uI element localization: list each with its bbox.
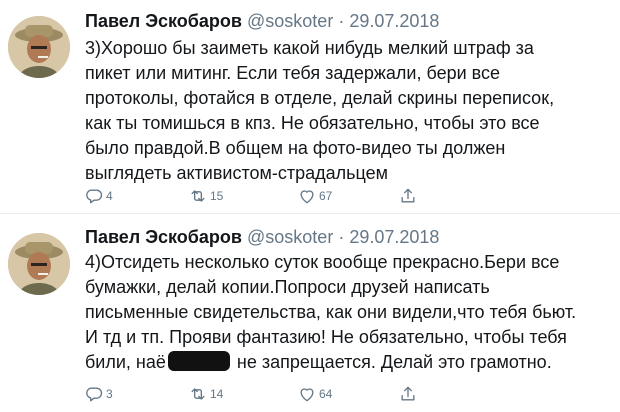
reply-button[interactable]: 4 — [84, 184, 113, 208]
tweet-header: Павел Эскобаров @soskoter · 29.07.2018 — [85, 224, 439, 250]
share-icon — [401, 188, 415, 203]
share-icon — [401, 386, 415, 401]
share-button[interactable] — [398, 382, 418, 406]
retweet-count: 14 — [210, 387, 224, 401]
reply-icon — [86, 387, 103, 402]
separator-dot: · — [338, 11, 345, 31]
author-handle[interactable]: @soskoter — [247, 227, 333, 247]
like-button[interactable]: 67 — [297, 184, 332, 208]
reply-button[interactable]: 3 — [84, 382, 113, 406]
avatar[interactable] — [8, 16, 70, 78]
tweet-date[interactable]: 29.07.2018 — [349, 227, 439, 247]
heart-icon — [300, 388, 314, 402]
heart-icon — [300, 190, 314, 204]
reply-count: 3 — [106, 387, 113, 401]
like-count: 64 — [319, 387, 333, 401]
retweet-button[interactable]: 15 — [188, 184, 223, 208]
reply-count: 4 — [106, 189, 113, 203]
tweet-text-part: не запрещается. Делай это грамотно. — [231, 352, 552, 372]
author-handle[interactable]: @soskoter — [247, 11, 333, 31]
tweet-header: Павел Эскобаров @soskoter · 29.07.2018 — [85, 8, 439, 34]
retweet-icon — [191, 388, 205, 400]
avatar-image — [8, 16, 70, 78]
reply-icon — [86, 189, 103, 204]
redaction-block — [167, 351, 230, 371]
share-button[interactable] — [398, 184, 418, 208]
like-button[interactable]: 64 — [297, 382, 332, 406]
retweet-icon — [191, 190, 205, 202]
retweet-count: 15 — [210, 189, 224, 203]
tweet[interactable]: Павел Эскобаров @soskoter · 29.07.2018 4… — [0, 214, 620, 412]
avatar-image — [8, 233, 70, 295]
tweet-text: 3)Хорошо бы заиметь какой нибудь мелкий … — [85, 38, 555, 183]
like-count: 67 — [319, 189, 333, 203]
author-name[interactable]: Павел Эскобаров — [85, 11, 242, 31]
avatar[interactable] — [8, 233, 70, 295]
tweet-text: 4)Отсидеть несколько суток вообще прекра… — [85, 250, 615, 375]
tweet[interactable]: Павел Эскобаров @soskoter · 29.07.2018 3… — [0, 0, 620, 214]
author-name[interactable]: Павел Эскобаров — [85, 227, 242, 247]
separator-dot: · — [338, 227, 345, 247]
retweet-button[interactable]: 14 — [188, 382, 223, 406]
tweet-date[interactable]: 29.07.2018 — [349, 11, 439, 31]
